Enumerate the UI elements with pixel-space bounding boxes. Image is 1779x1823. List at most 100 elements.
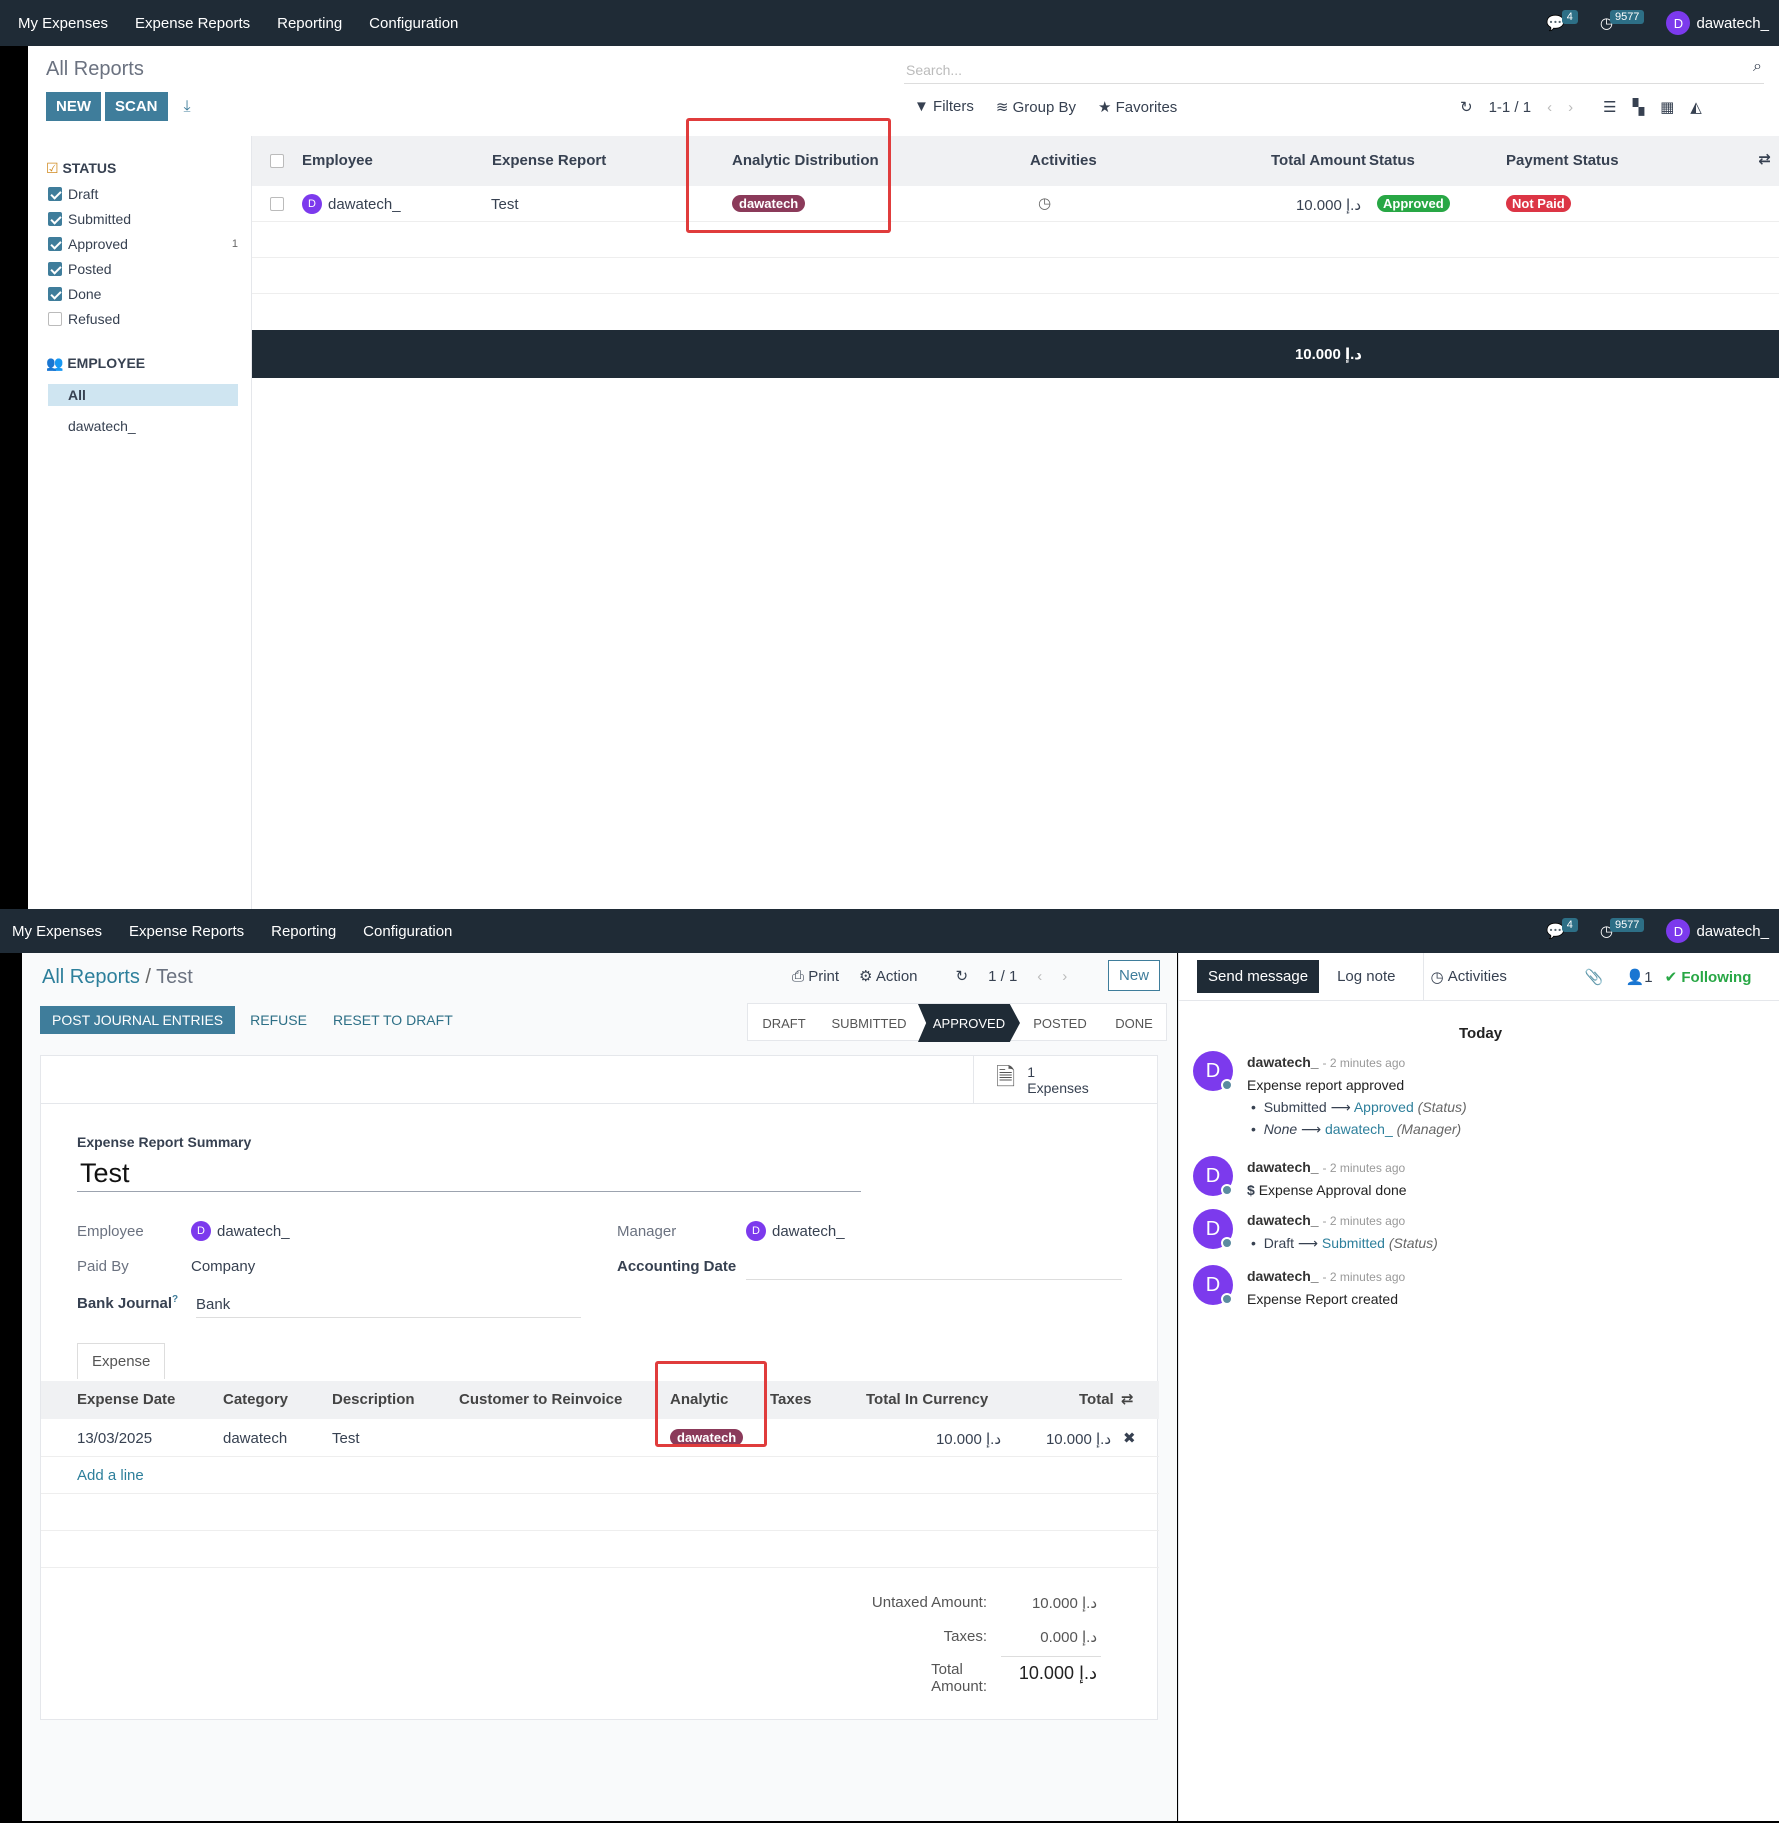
table-row[interactable]: Ddawatech_ Test dawatech ◷ 10.000 د.إ Ap… <box>252 186 1779 222</box>
refresh-icon[interactable]: ↻ <box>1460 98 1473 116</box>
stage-posted[interactable]: POSTED <box>1020 1004 1100 1042</box>
line-total: 10.000 د.إ <box>1045 1431 1111 1448</box>
employee-field[interactable]: dawatech_ <box>217 1223 290 1240</box>
col-expense-date[interactable]: Expense Date <box>77 1391 175 1408</box>
col-activities[interactable]: Activities <box>1030 152 1097 169</box>
chevron-right-icon[interactable]: › <box>1568 99 1573 116</box>
help-icon[interactable]: ? <box>172 1294 178 1305</box>
stage-draft[interactable]: DRAFT <box>748 1004 820 1042</box>
chat-button[interactable]: 💬 4 <box>1546 10 1578 32</box>
table-row[interactable]: 13/03/2025 dawatech Test dawatech 10.000… <box>41 1419 1159 1457</box>
col-description[interactable]: Description <box>332 1391 415 1408</box>
pager-value[interactable]: 1-1 / 1 <box>1489 99 1532 116</box>
paid-by-field[interactable]: Company <box>191 1258 255 1275</box>
followers-button[interactable]: 👤1 <box>1626 968 1653 986</box>
status-filter-3[interactable]: Posted <box>48 259 248 284</box>
status-checkbox[interactable] <box>48 237 62 251</box>
employee-filter-all[interactable]: All <box>48 384 238 406</box>
col-expense-report[interactable]: Expense Report <box>492 152 606 169</box>
accounting-date-field[interactable] <box>746 1260 1122 1280</box>
chevron-right-icon[interactable]: › <box>1062 968 1067 985</box>
delete-line-icon[interactable]: ✖ <box>1123 1429 1136 1447</box>
col-customer-reinvoice[interactable]: Customer to Reinvoice <box>459 1391 622 1408</box>
expenses-smart-button[interactable]: 🗎 1 Expenses <box>973 1056 1159 1104</box>
user-menu[interactable]: Ddawatech_ <box>1666 11 1769 35</box>
col-taxes[interactable]: Taxes <box>770 1391 811 1408</box>
refuse-button[interactable]: REFUSE <box>250 1012 307 1028</box>
status-filter-2[interactable]: Approved 1 <box>48 234 248 259</box>
status-checkbox[interactable] <box>48 262 62 276</box>
col-status[interactable]: Status <box>1369 152 1415 169</box>
menu-reporting[interactable]: Reporting <box>277 15 342 32</box>
print-button[interactable]: ⎙ Print <box>792 968 839 985</box>
status-filter-5[interactable]: Refused <box>48 309 248 334</box>
col-category[interactable]: Category <box>223 1391 288 1408</box>
favorites-button[interactable]: ★ Favorites <box>1098 98 1177 116</box>
pivot-view-icon[interactable]: ▦ <box>1660 98 1674 116</box>
activity-button[interactable]: ◷ 9577 <box>1600 10 1645 32</box>
send-message-button[interactable]: Send message <box>1197 960 1320 993</box>
breadcrumb-root[interactable]: All Reports <box>42 966 140 988</box>
stage-approved[interactable]: APPROVED <box>918 1004 1020 1042</box>
kanban-view-icon[interactable]: ▚ <box>1633 98 1645 116</box>
action-button[interactable]: ⚙ Action <box>859 967 918 985</box>
status-checkbox[interactable] <box>48 187 62 201</box>
employee-filter-item[interactable]: dawatech_ <box>68 418 136 434</box>
form-pager[interactable]: 1 / 1 <box>988 968 1017 985</box>
activity-button[interactable]: ◷ 9577 <box>1600 918 1645 940</box>
row-checkbox[interactable] <box>270 197 284 211</box>
bank-journal-field[interactable]: Bank <box>196 1296 581 1318</box>
chevron-left-icon[interactable]: ‹ <box>1547 99 1552 116</box>
log-note-button[interactable]: Log note <box>1337 968 1395 985</box>
col-payment-status[interactable]: Payment Status <box>1506 152 1619 169</box>
graph-view-icon[interactable]: ◭ <box>1690 98 1702 116</box>
download-icon[interactable]: ⤓ <box>184 98 191 116</box>
menu-configuration[interactable]: Configuration <box>363 923 452 940</box>
attachment-icon[interactable]: 📎 <box>1585 968 1604 986</box>
status-checkbox[interactable] <box>48 287 62 301</box>
list-view-icon[interactable]: ☰ <box>1603 98 1616 116</box>
status-filter-0[interactable]: Draft <box>48 184 248 209</box>
col-employee[interactable]: Employee <box>302 152 373 169</box>
stage-submitted[interactable]: SUBMITTED <box>820 1004 918 1042</box>
menu-expense-reports[interactable]: Expense Reports <box>129 923 244 940</box>
user-menu[interactable]: Ddawatech_ <box>1666 919 1769 943</box>
col-total-amount[interactable]: Total Amount <box>1271 152 1366 169</box>
add-line-link[interactable]: Add a line <box>77 1467 144 1484</box>
menu-configuration[interactable]: Configuration <box>369 15 458 32</box>
column-settings-icon[interactable]: ⇄ <box>1758 150 1771 168</box>
message-author: dawatech_ <box>1247 1054 1319 1070</box>
manager-field[interactable]: dawatech_ <box>772 1223 845 1240</box>
menu-expense-reports[interactable]: Expense Reports <box>135 15 250 32</box>
chevron-left-icon[interactable]: ‹ <box>1037 968 1042 985</box>
search-icon[interactable]: ⌕ <box>1753 58 1762 76</box>
refresh-icon[interactable]: ↻ <box>956 967 969 985</box>
column-settings-icon[interactable]: ⇄ <box>1121 1390 1134 1408</box>
new-button[interactable]: NEW <box>46 92 101 121</box>
status-filter-1[interactable]: Submitted <box>48 209 248 234</box>
filters-button[interactable]: ▼ Filters <box>914 98 974 116</box>
status-checkbox[interactable] <box>48 212 62 226</box>
col-total[interactable]: Total <box>1079 1391 1114 1408</box>
new-record-button[interactable]: New <box>1108 960 1161 991</box>
menu-my-expenses[interactable]: My Expenses <box>18 15 108 32</box>
summary-input[interactable]: Test <box>77 1158 861 1192</box>
scan-button[interactable]: SCAN <box>105 92 168 121</box>
following-button[interactable]: ✔ Following <box>1665 968 1752 986</box>
activities-button[interactable]: ◷ Activities <box>1423 952 1507 1001</box>
users-icon: 👥 <box>46 355 64 371</box>
search-input[interactable]: Search... <box>906 62 962 78</box>
status-checkbox[interactable] <box>48 312 62 326</box>
status-filter-4[interactable]: Done <box>48 284 248 309</box>
col-total-in-currency[interactable]: Total In Currency <box>866 1391 988 1408</box>
activity-clock-icon[interactable]: ◷ <box>1038 194 1051 212</box>
reset-to-draft-button[interactable]: RESET TO DRAFT <box>333 1012 453 1028</box>
menu-my-expenses[interactable]: My Expenses <box>12 923 102 940</box>
tab-expense[interactable]: Expense <box>77 1343 166 1379</box>
menu-reporting[interactable]: Reporting <box>271 923 336 940</box>
group-by-button[interactable]: ≋ Group By <box>996 98 1076 116</box>
select-all-checkbox[interactable] <box>270 154 284 168</box>
post-journal-entries-button[interactable]: POST JOURNAL ENTRIES <box>40 1006 236 1034</box>
stage-done[interactable]: DONE <box>1100 1004 1168 1042</box>
chat-button[interactable]: 💬 4 <box>1546 918 1578 940</box>
